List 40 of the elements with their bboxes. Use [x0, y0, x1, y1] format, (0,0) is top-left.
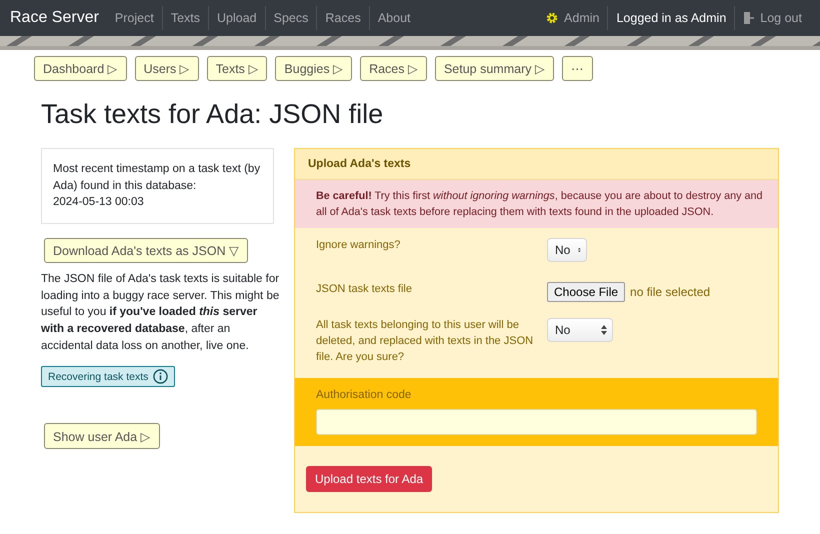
timestamp-text: Most recent timestamp on a task text (by Ada) found in this database:: [53, 163, 260, 192]
choose-file-button[interactable]: Choose File: [547, 282, 626, 302]
warning-text: Be careful! Try this first without ignoring warnings, because you are about to destroy any and all of Ada's task texts before replacing them with texts found in the uploaded JSON.: [295, 180, 778, 228]
nav-link[interactable]: Upload: [208, 6, 265, 30]
nav-link[interactable]: Specs: [264, 6, 316, 30]
page-title: Task texts for Ada: JSON file: [41, 99, 384, 130]
door-icon: [743, 12, 754, 24]
info-icon: [153, 369, 168, 384]
field-label: All task texts belonging to this user will be deleted, and replaced with texts in the JSON file. Are you sure?: [316, 318, 534, 366]
field-label: JSON task texts file: [316, 282, 413, 298]
field-label: Authorisation code: [316, 389, 412, 402]
download-button[interactable]: Download Ada's texts as JSON ▽: [44, 238, 248, 264]
nav-button[interactable]: Setup summary ▷: [434, 56, 554, 81]
select-field[interactable]: No: [547, 318, 613, 342]
timestamp-value: 2024-05-13 00:03: [53, 196, 144, 208]
updown-arrows-icon: [601, 325, 607, 336]
nav-button[interactable]: Texts ▷: [206, 56, 268, 81]
help-button[interactable]: Recovering task texts: [41, 366, 176, 388]
nav-button[interactable]: ⋯: [562, 56, 593, 81]
auth-code-field[interactable]: [316, 409, 757, 436]
nav-link[interactable]: Texts: [162, 6, 208, 30]
panel-title: Upload Ada's texts: [295, 149, 778, 180]
nav-button[interactable]: Buggies ▷: [275, 56, 352, 81]
nav-button[interactable]: Users ▷: [134, 56, 199, 81]
nav-link[interactable]: Races: [316, 6, 369, 30]
logout-link[interactable]: Log out: [734, 6, 810, 30]
nav-link[interactable]: About: [368, 6, 418, 30]
nav-button[interactable]: Races ▷: [360, 56, 427, 81]
gear-icon: [546, 12, 558, 24]
nav-button[interactable]: Dashboard ▷: [34, 56, 127, 81]
brand-title[interactable]: Race Server: [10, 9, 99, 27]
show-user-button[interactable]: Show user Ada ▷: [44, 423, 160, 450]
upload-button[interactable]: Upload texts for Ada: [306, 466, 432, 492]
field-label: Ignore warnings?: [316, 238, 402, 254]
file-status: no file selected: [630, 285, 710, 300]
admin-link[interactable]: Admin: [538, 6, 608, 30]
nav-link[interactable]: Project: [106, 6, 162, 30]
description-text: The JSON file of Ada's task texts is suitable for loading into a buggy race server. This might be useful to you if you've loaded this server with a recovered database, after an accidental data loss on another, live one.: [41, 272, 280, 354]
select-field[interactable]: No: [547, 238, 587, 262]
logged-in-text: Logged in as Admin: [607, 6, 734, 30]
